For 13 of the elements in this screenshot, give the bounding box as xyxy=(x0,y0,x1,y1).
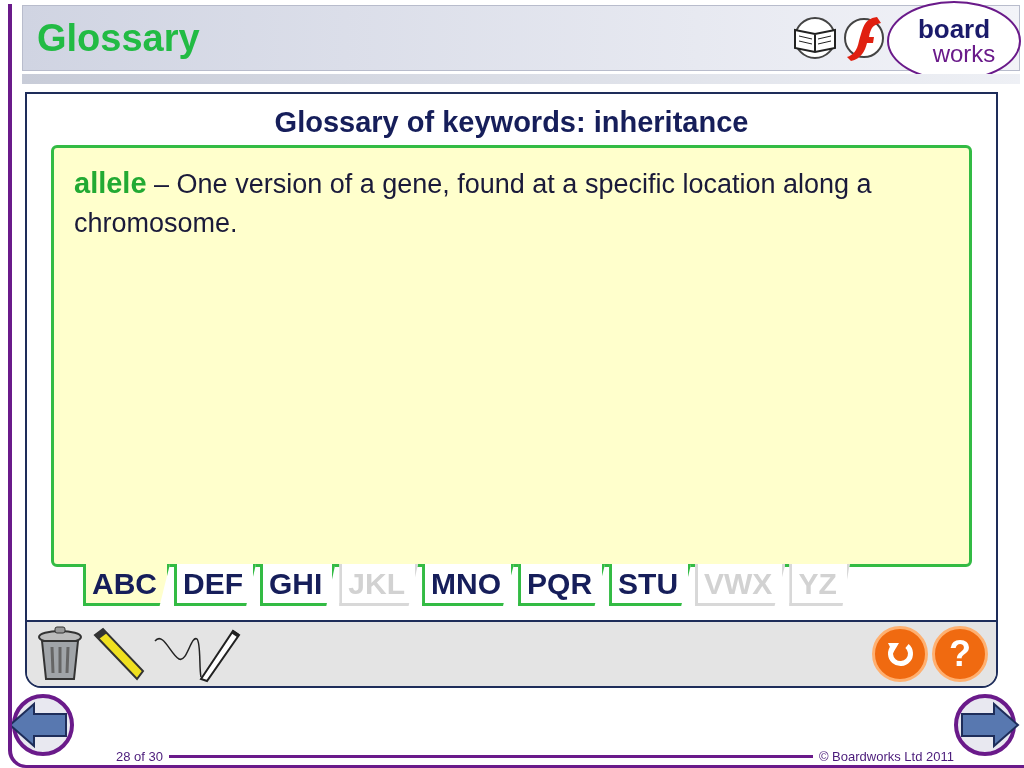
definition-text: allele – One version of a gene, found at a specific location along a chromosome. xyxy=(74,166,873,241)
copyright-text: © Boardworks Ltd 2011 xyxy=(818,749,954,764)
letter-tab[interactable]: PQR xyxy=(518,564,606,606)
reset-button[interactable] xyxy=(872,626,928,682)
slide-title: Glossary xyxy=(37,16,201,60)
trash-icon[interactable] xyxy=(35,625,85,683)
letter-tab[interactable]: GHI xyxy=(260,564,336,606)
letter-tab[interactable]: STU xyxy=(609,564,692,606)
page-number: 28 of 30 xyxy=(116,749,163,764)
letter-tab[interactable]: ABC xyxy=(83,564,170,606)
letter-tab[interactable]: DEF xyxy=(174,564,256,606)
glossary-title: Glossary of keywords: inheritance xyxy=(273,106,750,139)
letter-tab[interactable]: MNO xyxy=(422,564,515,606)
